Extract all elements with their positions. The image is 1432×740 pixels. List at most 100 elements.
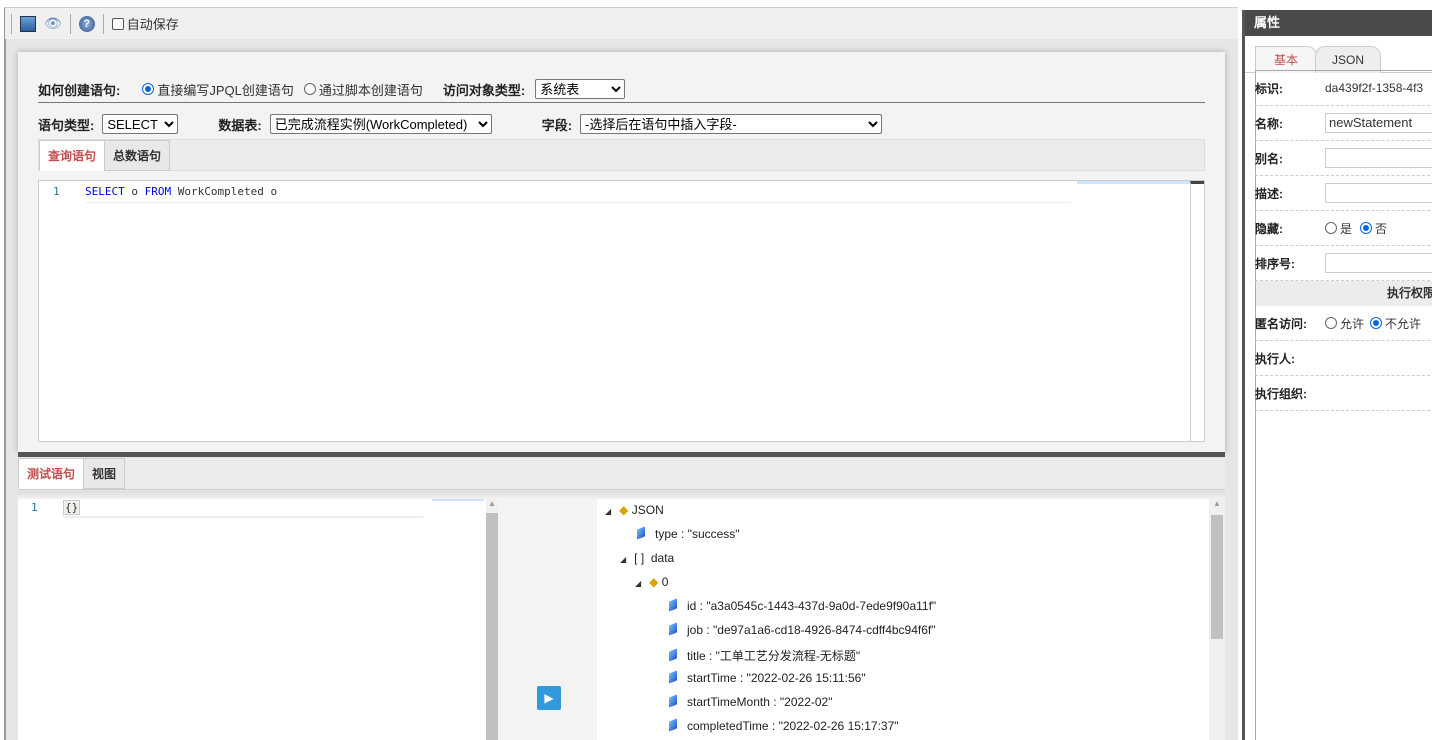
tab-view[interactable]: 视图 — [83, 458, 126, 489]
node-label: startTime : "2022-02-26 15:11:56" — [687, 671, 866, 685]
tree-leaf: title : "工单工艺分发流程-无标题" — [669, 647, 860, 664]
tree-node-data[interactable]: ◢[ ] data — [620, 551, 674, 565]
value-icon — [669, 718, 677, 732]
scrollbar[interactable] — [1190, 181, 1204, 441]
radio-label: 是 — [1340, 221, 1353, 236]
tree-node-root[interactable]: ◢ ◆ JSON — [605, 503, 664, 517]
save-icon[interactable] — [20, 15, 36, 32]
hidden-no-radio[interactable]: 否 — [1360, 220, 1387, 237]
keyword: SELECT — [85, 185, 125, 198]
bottom-tab-bar: 测试语句 视图 — [18, 458, 1225, 490]
anonymous-allow-radio[interactable]: 允许 — [1325, 315, 1364, 332]
tab-json[interactable]: JSON — [1315, 46, 1381, 73]
node-label: startTimeMonth : "2022-02" — [687, 695, 833, 709]
value-icon — [669, 648, 677, 662]
radio-label: 不允许 — [1385, 316, 1422, 331]
toolbar: 👁 ? 自动保存 — [4, 7, 1238, 39]
divider — [11, 13, 12, 34]
test-json-editor[interactable]: 1 {} — [18, 499, 486, 740]
radio-direct-jpql[interactable]: 直接编写JPQL创建语句 — [142, 80, 294, 99]
tab-basic[interactable]: 基本 — [1255, 46, 1317, 73]
radio-label: 允许 — [1340, 316, 1365, 331]
name-label: 名称: — [1255, 116, 1283, 131]
executor-org-label: 执行组织: — [1255, 386, 1307, 401]
value-icon — [669, 694, 677, 708]
access-type-select[interactable]: 系统表 — [535, 79, 626, 99]
alias-input[interactable] — [1325, 148, 1432, 168]
properties-panel: 属性 基本 JSON 标识: da439f2f-1358-4f3 名称: newSt… — [1242, 10, 1432, 740]
object-icon: ◆ — [649, 575, 659, 589]
node-label: data — [650, 551, 675, 565]
autosave-checkbox[interactable]: 自动保存 — [111, 14, 179, 33]
create-method-label: 如何创建语句: — [38, 82, 121, 98]
statement-type-select[interactable]: SELECT — [102, 114, 179, 134]
radio-label: 通过脚本创建语句 — [318, 82, 423, 98]
field-label: 字段: — [541, 117, 573, 133]
node-label: type : "success" — [655, 527, 740, 541]
table-select[interactable]: 已完成流程实例(WorkCompleted) — [269, 114, 492, 134]
props-tab-bar: 基本 JSON — [1245, 36, 1432, 73]
query-code-editor[interactable]: 1 SELECT o FROM WorkCompleted o — [38, 180, 1205, 442]
access-type-label: 访问对象类型: — [442, 82, 526, 98]
value-icon — [637, 526, 645, 540]
panel-title: 属性 — [1245, 10, 1432, 36]
tree-node-0[interactable]: ◢ ◆ 0 — [635, 575, 668, 589]
code-line: {} — [63, 499, 423, 518]
field-select[interactable]: -选择后在语句中插入字段- — [580, 114, 883, 134]
hidden-yes-radio[interactable]: 是 — [1325, 220, 1352, 237]
tab-count-statement[interactable]: 总数语句 — [104, 140, 171, 171]
preview-eye-icon[interactable]: 👁 — [44, 15, 62, 32]
value-icon — [669, 670, 677, 684]
anonymous-deny-radio[interactable]: 不允许 — [1370, 315, 1421, 332]
statement-type-label: 语句类型: — [38, 117, 95, 133]
tree-node-type: type : "success" — [637, 526, 740, 541]
minimap — [1077, 181, 1191, 184]
hidden-label: 隐藏: — [1255, 221, 1283, 236]
tree-leaf: startTimeMonth : "2022-02" — [669, 694, 833, 709]
divider — [69, 13, 71, 34]
tree-leaf: startTime : "2022-02-26 15:11:56" — [669, 670, 866, 685]
name-input[interactable]: newStatement — [1325, 113, 1432, 133]
order-label: 排序号: — [1255, 256, 1295, 271]
splitter[interactable] — [18, 452, 1225, 457]
node-label: id : "a3a0545c-1443-437d-9a0d-7ede9f90a1… — [687, 599, 937, 613]
code-text: o — [124, 185, 145, 198]
tab-test-statement[interactable]: 测试语句 — [18, 458, 85, 489]
id-value: da439f2f-1358-4f3 — [1325, 81, 1424, 95]
order-input[interactable] — [1325, 253, 1432, 273]
alias-label: 别名: — [1255, 151, 1283, 166]
executor-label: 执行人: — [1255, 351, 1295, 366]
description-input[interactable] — [1325, 183, 1432, 203]
node-label: 0 — [661, 575, 669, 589]
radio-script[interactable]: 通过脚本创建语句 — [303, 80, 423, 99]
scrollbar[interactable]: ▲ — [486, 499, 498, 740]
help-icon[interactable]: ? — [78, 15, 95, 32]
code-text: WorkCompleted o — [171, 185, 278, 198]
query-tab-bar: 查询语句 总数语句 — [38, 139, 1205, 171]
node-label: completedTime : "2022-02-26 15:17:37" — [687, 719, 899, 733]
tab-query-statement[interactable]: 查询语句 — [39, 140, 106, 171]
tree-leaf: job : "de97a1a6-cd18-4926-8474-cdff4bc94… — [669, 622, 935, 637]
code-line: SELECT o FROM WorkCompleted o — [85, 185, 1070, 203]
divider — [102, 13, 104, 34]
value-icon — [669, 598, 677, 612]
minimap — [432, 499, 484, 501]
node-label: JSON — [631, 503, 664, 517]
result-scrollbar[interactable]: ▲ — [1209, 499, 1225, 740]
radio-label: 直接编写JPQL创建语句 — [157, 82, 294, 98]
section-execute-permission: 执行权限 — [1256, 281, 1432, 306]
object-icon: ◆ — [619, 503, 629, 517]
divider — [38, 102, 1205, 103]
table-label: 数据表: — [218, 117, 262, 133]
line-number: 1 — [53, 185, 60, 198]
line-number: 1 — [31, 501, 38, 514]
code-text: {} — [63, 500, 81, 515]
statement-form-card: 如何创建语句: 直接编写JPQL创建语句 通过脚本创建语句 访问对象类型: 系统… — [18, 52, 1225, 452]
result-tree: ◢ ◆ JSON type : "success" ◢[ ] data ◢ ◆ 0 … — [597, 499, 1209, 740]
run-test-button[interactable]: ▶ — [537, 686, 561, 710]
keyword: FROM — [144, 185, 172, 198]
radio-label: 否 — [1375, 221, 1388, 236]
node-label: title : "工单工艺分发流程-无标题" — [687, 649, 861, 663]
id-label: 标识: — [1255, 81, 1283, 96]
divider — [18, 491, 1225, 499]
